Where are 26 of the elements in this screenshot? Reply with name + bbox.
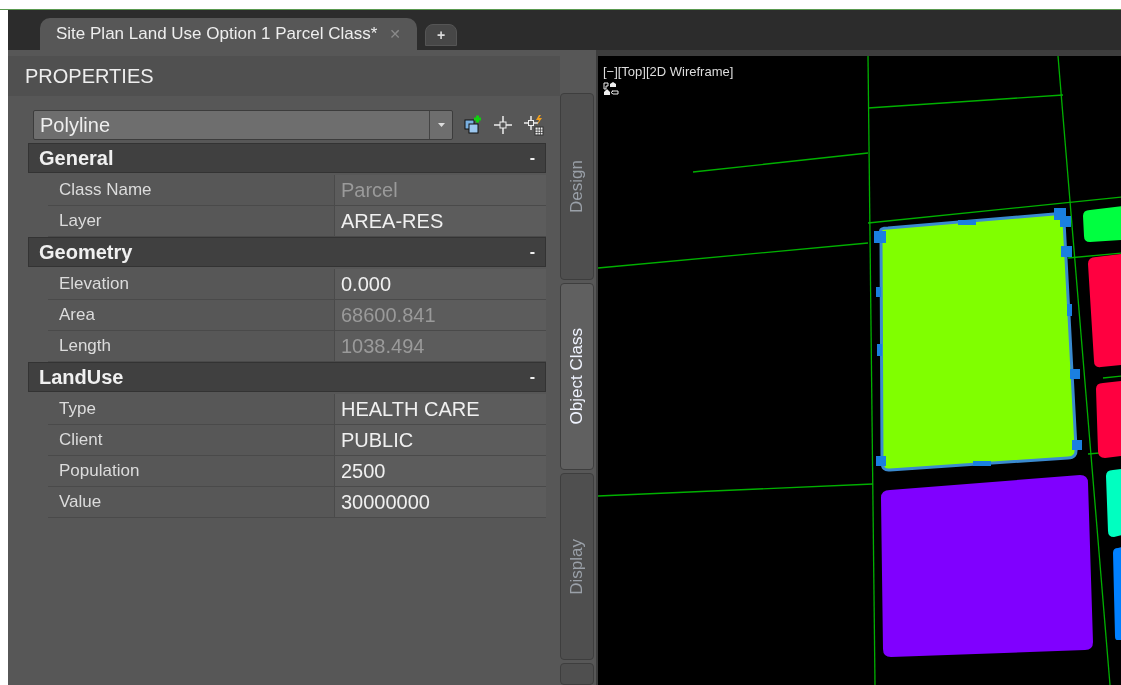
property-value: Parcel — [335, 175, 546, 205]
property-value[interactable]: AREA-RES — [335, 206, 546, 236]
object-type-dropdown[interactable]: Polyline — [33, 110, 453, 140]
document-tab[interactable]: Site Plan Land Use Option 1 Parcel Class* ✕ — [40, 18, 418, 50]
dropdown-arrow-icon — [437, 123, 445, 127]
new-tab-button[interactable]: + — [425, 24, 458, 46]
side-tab[interactable]: Display — [560, 473, 594, 660]
drawing-canvas[interactable]: [−][Top][2D Wireframe] — [597, 56, 1121, 685]
section-header[interactable]: Geometry - — [28, 237, 546, 267]
quick-select-icon[interactable] — [523, 114, 545, 136]
viewport-label[interactable]: [−][Top][2D Wireframe] — [602, 64, 734, 79]
ucs-icon — [602, 82, 619, 96]
property-value[interactable]: 2500 — [335, 456, 546, 486]
panel-title: PROPERTIES — [24, 64, 154, 88]
section-header[interactable]: General - — [28, 143, 546, 173]
property-value[interactable]: HEALTH CARE — [335, 394, 546, 424]
property-value[interactable]: PUBLIC — [335, 425, 546, 455]
side-tab[interactable]: Object Class — [560, 283, 594, 470]
side-tab[interactable]: Design — [560, 93, 594, 280]
property-value: 68600.841 — [335, 300, 546, 330]
crosshair-icon[interactable] — [493, 115, 513, 135]
property-value[interactable]: 30000000 — [335, 487, 546, 517]
add-selection-icon[interactable] — [463, 115, 483, 135]
property-value[interactable]: 0.000 — [335, 269, 546, 299]
property-value: 1038.494 — [335, 331, 546, 361]
section-header[interactable]: LandUse - — [28, 362, 546, 392]
